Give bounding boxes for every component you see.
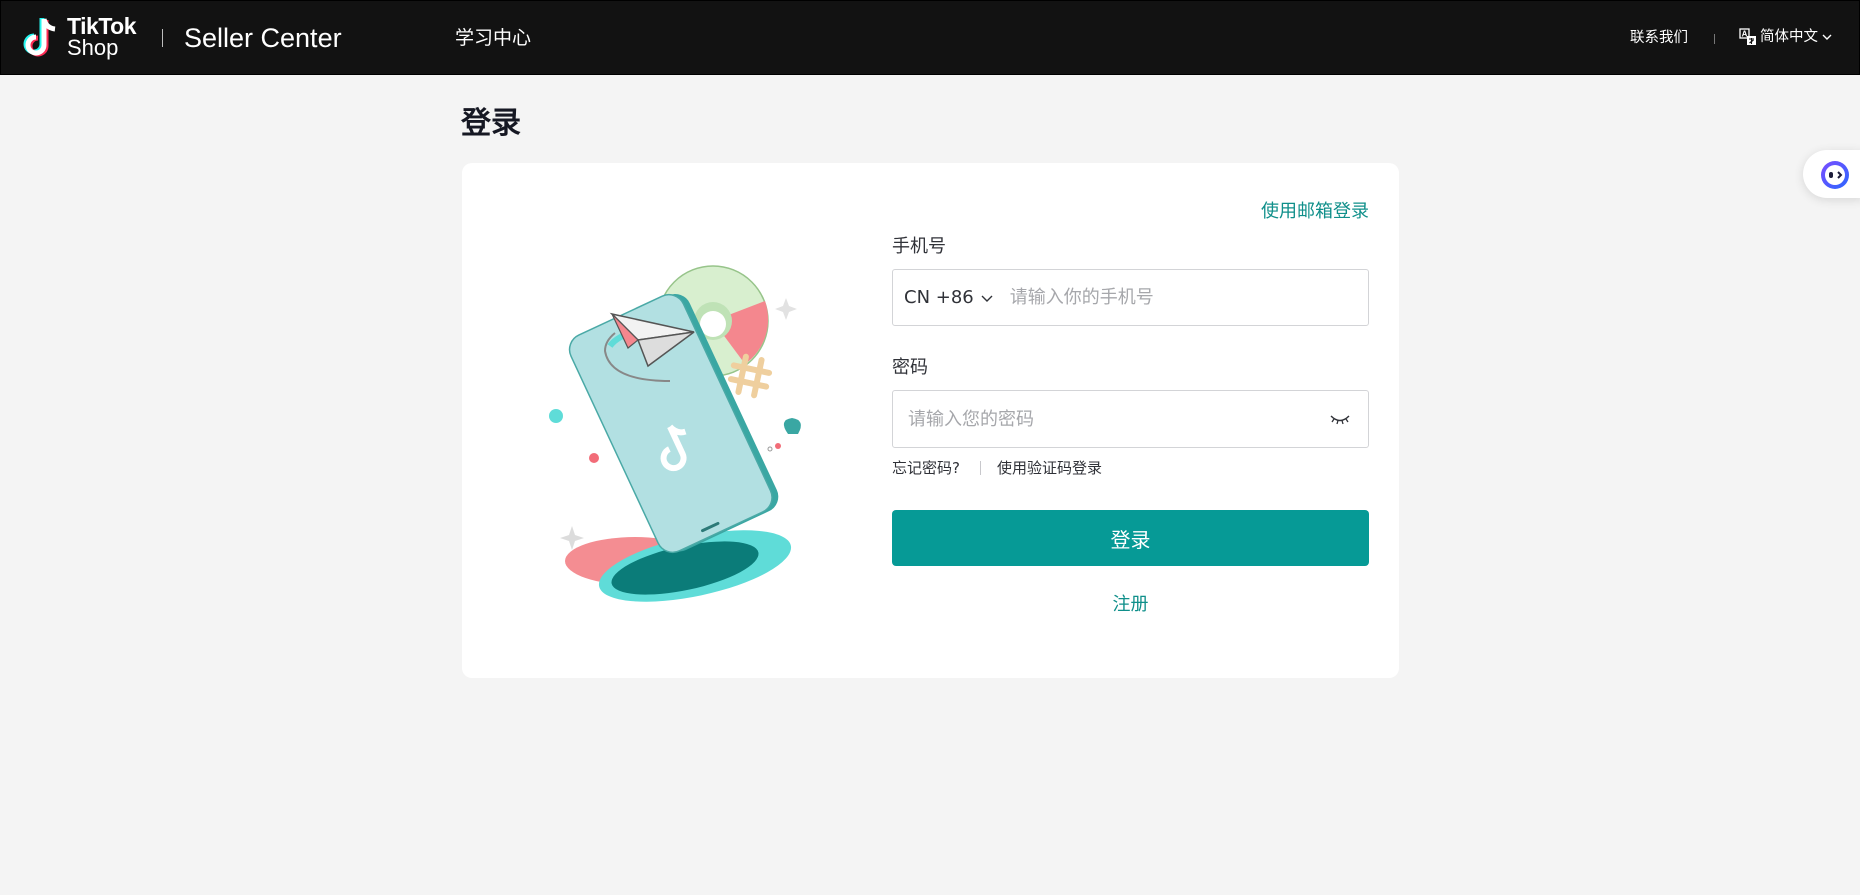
country-code-value: CN +86 [904, 287, 974, 308]
country-code-select[interactable]: CN +86 [893, 287, 994, 308]
product-name: Seller Center [184, 23, 342, 53]
login-card: 使用邮箱登录 手机号 CN +86 密码 忘记密码? 使用验证码登录 登录 注册 [462, 163, 1399, 678]
code-login-link[interactable]: 使用验证码登录 [997, 458, 1102, 478]
chevron-down-icon [981, 295, 993, 302]
phone-label: 手机号 [892, 236, 946, 257]
email-login-link[interactable]: 使用邮箱登录 [1261, 200, 1369, 224]
header-right-divider [1714, 34, 1715, 44]
assistant-widget[interactable] [1803, 150, 1860, 198]
tiktok-logo-icon[interactable] [19, 15, 63, 63]
password-input[interactable] [908, 391, 1328, 447]
contact-us-link[interactable]: 联系我们 [1630, 28, 1688, 48]
aux-divider [979, 461, 981, 475]
phone-input[interactable] [1009, 270, 1368, 325]
chevron-down-icon [1822, 34, 1832, 40]
header-divider [162, 29, 163, 47]
auxiliary-links: 忘记密码? 使用验证码登录 [892, 458, 1102, 478]
assistant-bot-icon [1821, 161, 1849, 189]
language-selector[interactable]: A 简体中文 [1739, 27, 1833, 47]
top-navigation-bar: TikTok Shop Seller Center 学习中心 联系我们 A 简体… [0, 0, 1860, 75]
page-title: 登录 [461, 106, 521, 141]
language-label: 简体中文 [1760, 29, 1818, 45]
nav-learning-center[interactable]: 学习中心 [455, 25, 531, 51]
eye-closed-icon[interactable] [1328, 412, 1352, 426]
translate-icon: A [1739, 28, 1756, 45]
forgot-password-link[interactable]: 忘记密码? [892, 458, 960, 478]
brand-line-1: TikTok [67, 13, 137, 39]
register-link[interactable]: 注册 [892, 593, 1369, 617]
phone-field: CN +86 [892, 269, 1369, 326]
brand-line-2: Shop [67, 35, 119, 60]
phone-illustration [549, 265, 801, 602]
login-button[interactable]: 登录 [892, 510, 1369, 566]
brand-wordmark[interactable]: TikTok Shop [67, 13, 137, 60]
svg-text:A: A [1742, 30, 1748, 39]
password-label: 密码 [892, 357, 928, 378]
password-field [892, 390, 1369, 448]
